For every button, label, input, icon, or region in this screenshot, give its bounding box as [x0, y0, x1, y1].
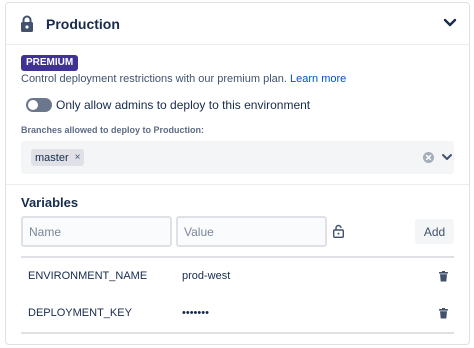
admin-only-label: Only allow admins to deploy to this envi…	[56, 98, 311, 112]
learn-more-link[interactable]: Learn more	[290, 73, 346, 85]
branches-label: Branches allowed to deploy to Production…	[21, 125, 205, 135]
premium-badge: PREMIUM	[21, 55, 79, 71]
environment-title: Production	[46, 16, 120, 32]
clear-icon[interactable]	[423, 152, 434, 163]
row-divider	[21, 332, 454, 334]
variable-name-input[interactable]	[21, 216, 172, 247]
admin-only-toggle[interactable]	[26, 98, 52, 112]
production-environment-card: Production PREMIUM Control deployment re…	[5, 2, 470, 345]
variable-name: ENVIRONMENT_NAME	[28, 270, 148, 282]
variable-row: ENVIRONMENT_NAME prod-west	[21, 258, 454, 296]
chevron-down-icon[interactable]	[443, 18, 457, 28]
trash-icon[interactable]	[439, 308, 448, 319]
toggle-knob	[28, 100, 38, 110]
chevron-down-icon[interactable]	[441, 153, 453, 162]
environment-header[interactable]: Production	[6, 3, 469, 45]
variable-value-input[interactable]	[176, 216, 327, 247]
lock-icon	[21, 15, 33, 32]
variables-title: Variables	[21, 195, 79, 210]
branch-tag-label: master	[35, 151, 69, 164]
premium-description: Control deployment restrictions with our…	[21, 73, 346, 85]
variable-name: DEPLOYMENT_KEY	[28, 307, 132, 319]
variable-row: DEPLOYMENT_KEY •••••••	[21, 295, 454, 333]
unlock-icon[interactable]	[333, 224, 344, 238]
variable-value: prod-west	[182, 270, 231, 282]
branch-select[interactable]: master ×	[21, 141, 454, 174]
premium-description-text: Control deployment restrictions with our…	[21, 73, 287, 85]
remove-tag-icon[interactable]: ×	[75, 152, 81, 163]
trash-icon[interactable]	[439, 271, 448, 282]
branch-tag: master ×	[31, 149, 85, 166]
section-divider	[6, 184, 469, 185]
add-variable-button[interactable]: Add	[415, 219, 454, 244]
variable-value: •••••••	[182, 307, 209, 319]
